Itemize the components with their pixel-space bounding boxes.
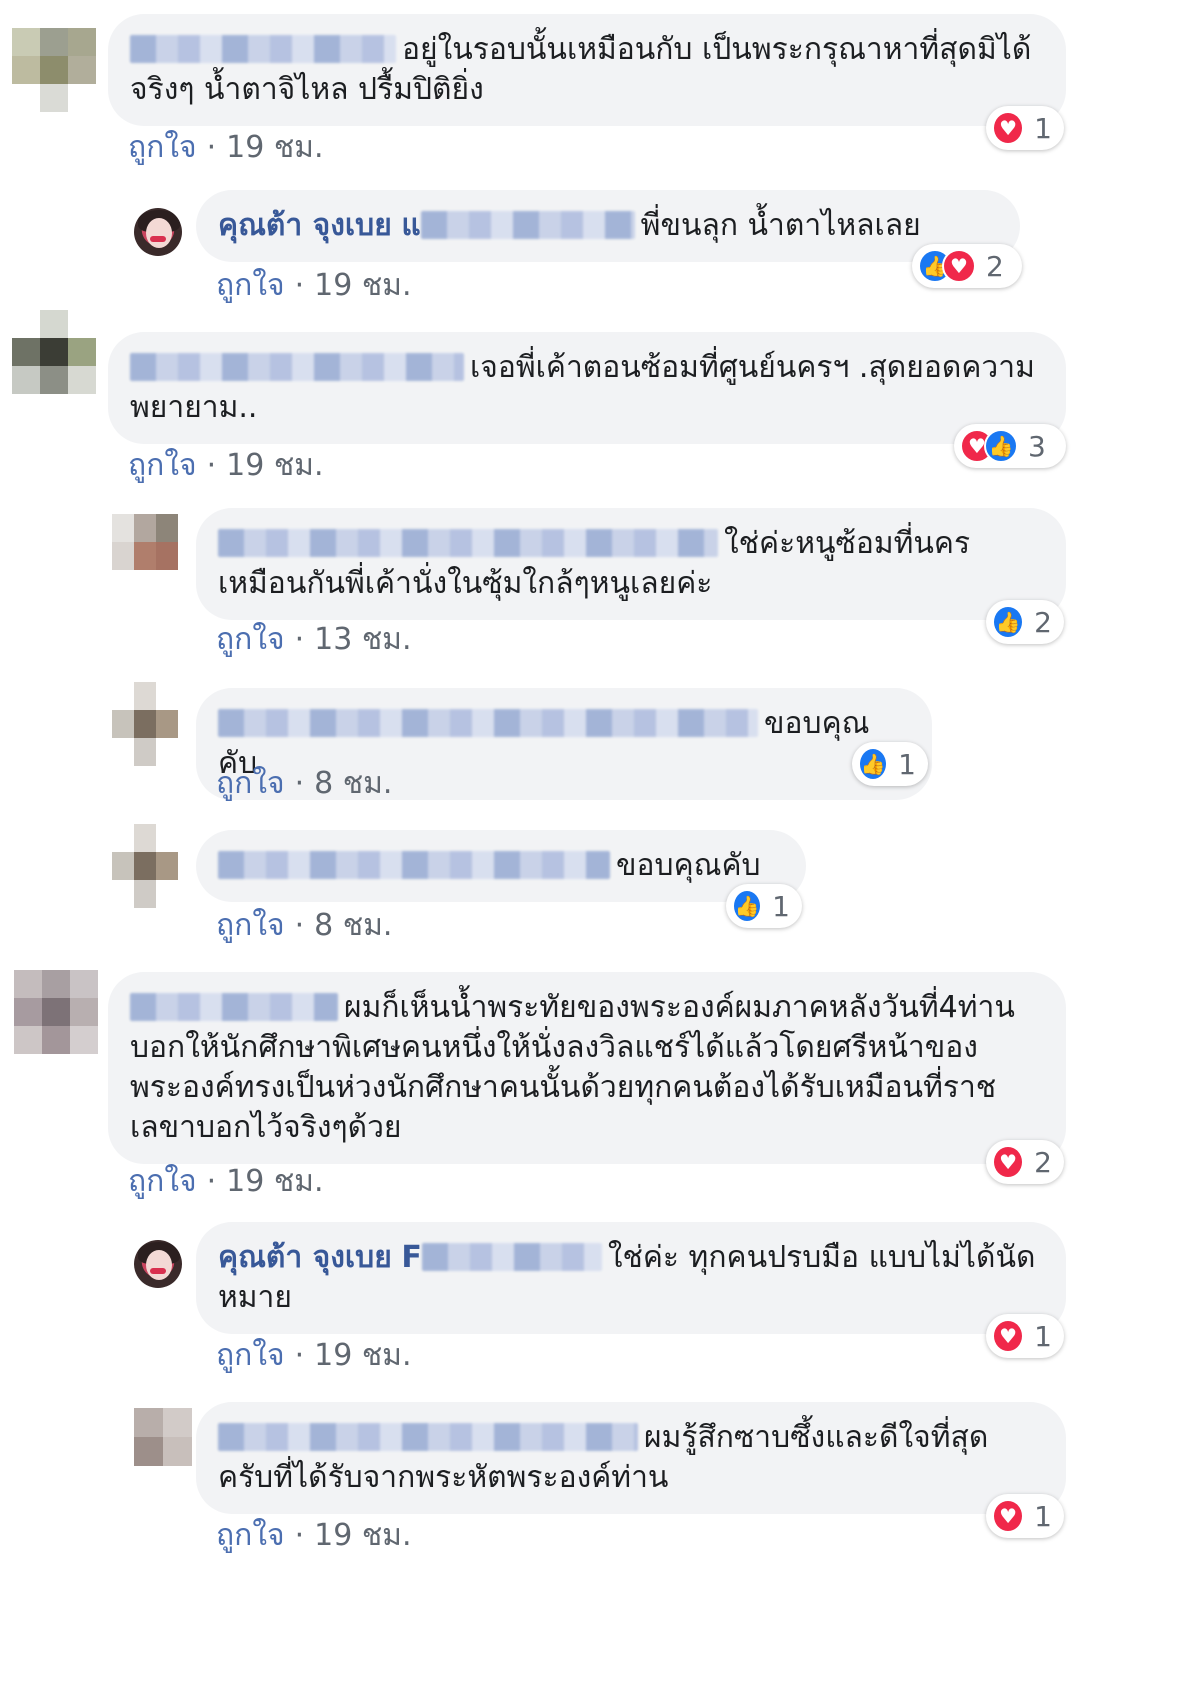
blurred-author-name[interactable]: [218, 709, 758, 737]
comment-meta: ถูกใจ · 19 ชม.: [128, 448, 324, 483]
author-name-suffix[interactable]: แ: [401, 208, 420, 243]
reaction-count: 2: [1034, 1145, 1052, 1179]
comment-meta: ถูกใจ · 8 ชม.: [216, 766, 393, 801]
comment-meta: ถูกใจ · 19 ชม.: [128, 1164, 324, 1199]
like-link[interactable]: ถูกใจ: [128, 1164, 197, 1199]
like-link[interactable]: ถูกใจ: [128, 448, 197, 483]
author-name-suffix[interactable]: F: [401, 1240, 422, 1275]
timestamp[interactable]: 19 ชม.: [314, 1518, 411, 1553]
timestamp[interactable]: 19 ชม.: [314, 1338, 411, 1373]
avatar[interactable]: [134, 208, 182, 256]
comment-text: พี่ขนลุก น้ำตาไหลเลย: [640, 208, 921, 243]
reaction-count: 2: [1034, 605, 1052, 639]
reaction-count: 2: [986, 249, 1004, 283]
like-link[interactable]: ถูกใจ: [216, 908, 285, 943]
heart-icon: ♥: [992, 1499, 1025, 1533]
author-name[interactable]: คุณต้า จุงเบย: [218, 1240, 392, 1275]
blurred-author-name[interactable]: [421, 1243, 602, 1271]
blurred-author-name[interactable]: [218, 529, 718, 557]
reply-bubble: ขอบคุณคับ: [196, 830, 806, 902]
reaction-count: 3: [1028, 429, 1046, 463]
comment-meta: ถูกใจ · 19 ชม.: [216, 268, 412, 303]
blurred-author-name[interactable]: [218, 1423, 638, 1451]
comment-bubble: ผมก็เห็นน้ำพระทัยของพระองค์ผมภาคหลังวันท…: [108, 972, 1066, 1164]
avatar[interactable]: [112, 824, 178, 908]
timestamp[interactable]: 19 ชม.: [226, 130, 323, 165]
comment-bubble: เจอพี่เค้าตอนซ้อมที่ศูนย์นครฯ .สุดยอดควา…: [108, 332, 1066, 444]
reaction-count: 1: [1034, 111, 1052, 145]
reaction-summary[interactable]: ♥ 1: [986, 106, 1064, 150]
reaction-summary[interactable]: 👍 1: [852, 742, 928, 786]
blurred-author-name[interactable]: [130, 353, 464, 381]
reply-bubble: คุณต้า จุงเบย แ พี่ขนลุก น้ำตาไหลเลย: [196, 190, 1020, 262]
like-link[interactable]: ถูกใจ: [216, 1338, 285, 1373]
avatar[interactable]: [134, 1240, 182, 1288]
avatar[interactable]: [112, 514, 178, 570]
reply-bubble: ผมรู้สึกซาบซึ้งและดีใจที่สุดครับที่ได้รั…: [196, 1402, 1066, 1514]
like-icon: 👍: [984, 429, 1018, 463]
like-icon: 👍: [858, 747, 889, 781]
avatar[interactable]: [12, 28, 96, 112]
avatar[interactable]: [12, 310, 96, 394]
reaction-summary[interactable]: 👍 ♥ 2: [912, 244, 1022, 288]
heart-icon: ♥: [992, 1319, 1025, 1353]
reply-bubble: ใช่ค่ะหนูซ้อมที่นครเหมือนกันพี่เค้านั่งใ…: [196, 508, 1066, 620]
author-name[interactable]: คุณต้า จุงเบย: [218, 208, 392, 243]
comment-meta: ถูกใจ · 8 ชม.: [216, 908, 393, 943]
comment-meta: ถูกใจ · 13 ชม.: [216, 622, 412, 657]
avatar[interactable]: [134, 1408, 192, 1466]
comment-meta: ถูกใจ · 19 ชม.: [216, 1518, 412, 1553]
timestamp[interactable]: 8 ชม.: [314, 908, 392, 943]
comment-meta: ถูกใจ · 19 ชม.: [216, 1338, 412, 1373]
like-link[interactable]: ถูกใจ: [216, 268, 285, 303]
comment-meta: ถูกใจ · 19 ชม.: [128, 130, 324, 165]
reaction-count: 1: [1034, 1319, 1052, 1353]
timestamp[interactable]: 19 ชม.: [314, 268, 411, 303]
like-link[interactable]: ถูกใจ: [128, 130, 197, 165]
blurred-author-name[interactable]: [130, 35, 396, 63]
like-link[interactable]: ถูกใจ: [216, 766, 285, 801]
like-icon: 👍: [992, 605, 1025, 639]
timestamp[interactable]: 8 ชม.: [314, 766, 392, 801]
heart-icon: ♥: [992, 111, 1025, 145]
comment-bubble: อยู่ในรอบนั้นเหมือนกับ เป็นพระกรุณาหาที่…: [108, 14, 1066, 126]
comment-text: ขอบคุณคับ: [616, 848, 761, 883]
blurred-author-name[interactable]: [130, 993, 338, 1021]
reaction-summary[interactable]: ♥ 👍 3: [954, 424, 1066, 468]
like-link[interactable]: ถูกใจ: [216, 1518, 285, 1553]
blurred-author-name[interactable]: [420, 211, 635, 239]
timestamp[interactable]: 19 ชม.: [226, 448, 323, 483]
heart-icon: ♥: [992, 1145, 1025, 1179]
reaction-count: 1: [772, 889, 790, 923]
reply-bubble: คุณต้า จุงเบย F ใช่ค่ะ ทุกคนปรบมือ แบบไม่…: [196, 1222, 1066, 1334]
like-link[interactable]: ถูกใจ: [216, 622, 285, 657]
reaction-count: 1: [1034, 1499, 1052, 1533]
reaction-summary[interactable]: 👍 2: [986, 600, 1064, 644]
timestamp[interactable]: 19 ชม.: [226, 1164, 323, 1199]
blurred-author-name[interactable]: [218, 851, 610, 879]
reaction-summary[interactable]: ♥ 1: [986, 1314, 1064, 1358]
timestamp[interactable]: 13 ชม.: [314, 622, 411, 657]
heart-icon: ♥: [942, 249, 976, 283]
reaction-summary[interactable]: ♥ 1: [986, 1494, 1064, 1538]
reaction-summary[interactable]: 👍 1: [726, 884, 802, 928]
avatar[interactable]: [14, 970, 98, 1054]
reaction-summary[interactable]: ♥ 2: [986, 1140, 1064, 1184]
reaction-count: 1: [898, 747, 916, 781]
avatar[interactable]: [112, 682, 178, 766]
like-icon: 👍: [732, 889, 763, 923]
